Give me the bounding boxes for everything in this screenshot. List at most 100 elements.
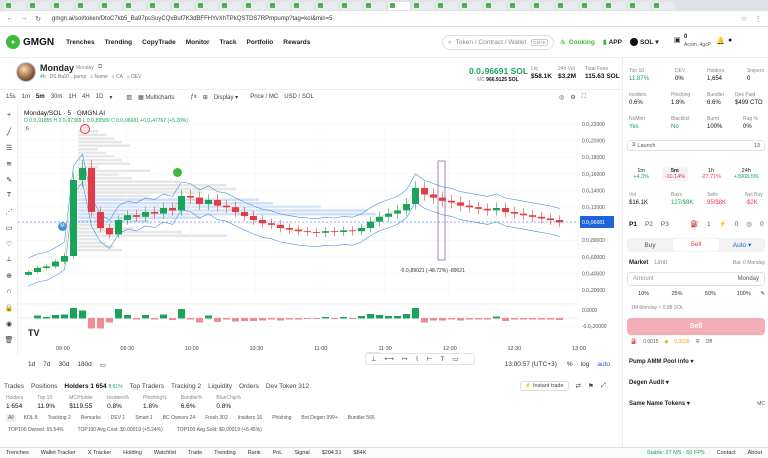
browser-tab[interactable]	[316, 1, 338, 10]
browser-tab[interactable]	[100, 1, 122, 10]
filter-bundler[interactable]: Bundler 566	[346, 414, 377, 422]
same-name-sort[interactable]: MC	[757, 401, 765, 407]
filter-fresh[interactable]: Fresh 302	[203, 414, 230, 422]
auto-tab[interactable]: Auto ▾	[719, 241, 765, 249]
browser-tab[interactable]	[196, 1, 218, 10]
range-1d[interactable]: 1d	[28, 361, 35, 368]
nav-monitor[interactable]: Monitor	[186, 39, 210, 46]
lock-icon[interactable]: 🔒	[4, 304, 14, 312]
browser-tab[interactable]	[76, 1, 98, 10]
user-icon[interactable]: ●	[728, 37, 732, 44]
chain-selector[interactable]: SOL ▾	[630, 38, 659, 46]
horizontal-lines-icon[interactable]: ☰	[4, 144, 14, 152]
cooking-button[interactable]: ♨ Cooking	[560, 38, 595, 47]
nav-rewards[interactable]: Rewards	[283, 39, 310, 46]
browser-tab[interactable]	[364, 1, 386, 10]
wallet-widget[interactable]: ▣ 0 Acom..4gcP 🔔 ●	[674, 33, 764, 51]
interval-4h[interactable]: 4H	[82, 94, 90, 100]
ruler-icon[interactable]: ⟂	[4, 256, 14, 264]
chart-clock[interactable]: 13:00:57 (UTC+3)	[505, 361, 557, 368]
interval-15s[interactable]: 15s	[6, 94, 16, 100]
filter-smart[interactable]: Smart 1	[133, 414, 155, 422]
tab-positions[interactable]: Positions	[31, 383, 57, 390]
browser-tab[interactable]	[508, 1, 530, 10]
amount-input[interactable]: Amount Monday	[627, 272, 765, 286]
menu-icon[interactable]: ⋮	[754, 15, 762, 23]
browser-tab[interactable]	[580, 1, 602, 10]
browser-tab[interactable]	[628, 1, 650, 10]
url-field[interactable]: gmgn.ai/sol/token/DtoC7kb5_Ba97psSuyCQxB…	[52, 16, 332, 22]
search-name-button[interactable]: ⌕ Name	[90, 74, 108, 80]
buy-tab[interactable]: Buy	[627, 242, 673, 249]
launch-row[interactable]: ⧖ Launch 13	[627, 140, 765, 151]
browser-tab[interactable]	[124, 1, 146, 10]
indicators-icon[interactable]: ƒx	[190, 94, 196, 100]
range-30d[interactable]: 30d	[58, 361, 69, 368]
browser-tab[interactable]	[388, 1, 410, 10]
degen-audit-section[interactable]: Degen Audit ▾	[629, 379, 765, 387]
nav-portfolio[interactable]: Portfolio	[247, 39, 274, 46]
trash-icon[interactable]: 🗑	[4, 336, 14, 344]
browser-tab[interactable]	[292, 1, 314, 10]
browser-tab[interactable]	[484, 1, 506, 10]
zoom-icon[interactable]: ⊕	[4, 272, 14, 280]
browser-tab[interactable]	[28, 1, 50, 10]
auto-toggle[interactable]: auto	[597, 361, 610, 368]
search-dev-button[interactable]: ⌕ DEV	[127, 74, 141, 80]
percent-toggle[interactable]: %	[567, 361, 573, 368]
display-button[interactable]: Display ▾	[214, 94, 238, 101]
browser-tab[interactable]	[556, 1, 578, 10]
interval-5m[interactable]: 5m	[36, 94, 45, 100]
browser-tab[interactable]	[652, 1, 674, 10]
status-watchlist[interactable]: Watchlist	[154, 450, 176, 456]
price-chart[interactable]: 0.0₂22000 0.0₂20000 0.0₂18000 0.0₂16000 0.0₂…	[18, 104, 622, 356]
browser-tab[interactable]	[52, 1, 74, 10]
browser-tab[interactable]	[412, 1, 434, 10]
filter-tracking[interactable]: Tracking 2	[46, 414, 73, 422]
tab-liquidity[interactable]: Liquidity	[208, 383, 232, 390]
edit-icon[interactable]: ✎	[760, 291, 765, 297]
interval-dropdown-icon[interactable]: ▾	[109, 94, 112, 101]
nav-track[interactable]: Track	[220, 39, 237, 46]
browser-tab[interactable]	[532, 1, 554, 10]
kol-marker-icon[interactable]	[173, 168, 182, 177]
browser-tab[interactable]	[340, 1, 362, 10]
reload-icon[interactable]: ↻	[34, 15, 42, 23]
filter-dev[interactable]: DEV 1	[109, 414, 127, 422]
tab-orders[interactable]: Orders	[239, 383, 259, 390]
fullscreen-icon[interactable]: ⛶	[582, 94, 586, 101]
tab-holders[interactable]: Holders 1 654 8.61%	[64, 383, 122, 390]
star-icon[interactable]: ☆	[740, 15, 748, 23]
eye-icon[interactable]: ◉	[4, 320, 14, 328]
pct-10[interactable]: 10%	[627, 291, 660, 297]
tab-tracking[interactable]: Tracking 2	[171, 383, 201, 390]
limit-tab[interactable]: Limit	[654, 260, 667, 266]
preset-p1[interactable]: P1	[629, 221, 637, 228]
browser-tab[interactable]	[244, 1, 266, 10]
browser-tab[interactable]	[460, 1, 482, 10]
pool-info-section[interactable]: Pump AMM Pool info ▾	[629, 358, 765, 366]
brush-icon[interactable]: ✎	[4, 176, 14, 184]
expand-icon[interactable]: ⤢	[601, 382, 606, 390]
fee-c[interactable]: Off	[705, 339, 712, 345]
nav-trenches[interactable]: Trenches	[66, 39, 95, 46]
indicator-value[interactable]: 6	[24, 126, 31, 132]
status-signal[interactable]: Signal	[294, 450, 309, 456]
status-rank[interactable]: Rank	[248, 450, 261, 456]
tf-1h[interactable]: 1h -27.71%	[701, 168, 722, 180]
filter-bc-owners[interactable]: BC Owners 24	[161, 414, 198, 422]
status-holding[interactable]: Holding	[123, 450, 142, 456]
trade-marker-icon[interactable]	[80, 124, 90, 134]
favorite-icon[interactable]: ♡	[4, 240, 14, 248]
log-toggle[interactable]: log	[581, 361, 590, 368]
crosshair-icon[interactable]: +	[4, 112, 14, 120]
chart-svg[interactable]: 0.0₂22000 0.0₂20000 0.0₂18000 0.0₂16000 0.0₂…	[18, 104, 622, 356]
status-wallet-tracker[interactable]: Wallet Tracker	[41, 450, 76, 456]
status-trenches[interactable]: Trenches	[6, 450, 29, 456]
range-180d[interactable]: 180d	[77, 361, 91, 368]
copy-icon[interactable]: ⧉	[98, 64, 102, 71]
interval-1d[interactable]: 1D	[96, 94, 104, 100]
tab-trades[interactable]: Trades	[4, 383, 24, 390]
browser-tab[interactable]	[436, 1, 458, 10]
search-ca-button[interactable]: ⌕ CA	[112, 74, 123, 80]
